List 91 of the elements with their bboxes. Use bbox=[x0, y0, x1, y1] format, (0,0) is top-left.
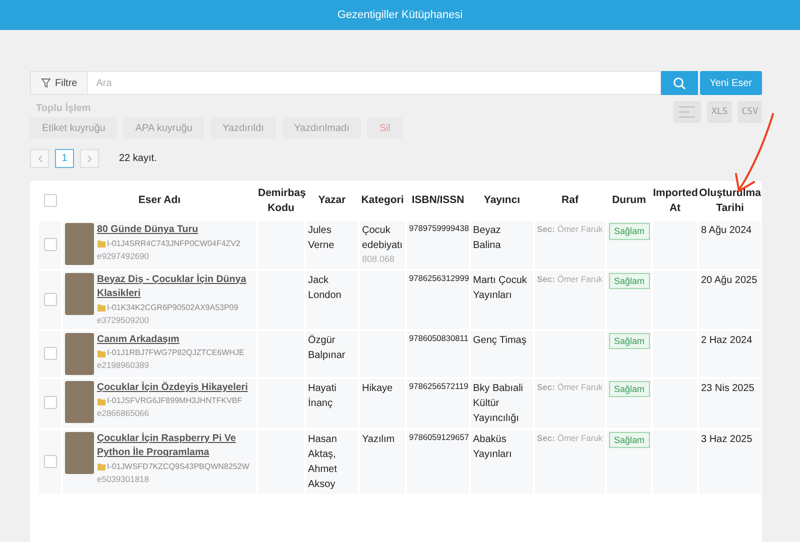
column-header: Demirbaş Kodu bbox=[258, 186, 304, 216]
publisher-text: Beyaz Balina bbox=[473, 224, 502, 253]
column-header: Raf bbox=[560, 193, 580, 208]
book-cover-placeholder bbox=[65, 272, 94, 314]
status-badge: Sağlam bbox=[609, 272, 650, 290]
status-badge: Sağlam bbox=[609, 332, 650, 350]
category-code: 808.068 bbox=[362, 253, 396, 266]
barcode-text: e9297492690 bbox=[97, 250, 150, 262]
column-header: ISBN/ISSN bbox=[410, 193, 466, 208]
category-text: Çocuk edebiyatı bbox=[362, 224, 403, 253]
author-text: Özgür Balpınar bbox=[308, 334, 346, 363]
new-item-button[interactable]: Yeni Eser bbox=[700, 71, 762, 95]
filter-button[interactable]: Filtre bbox=[30, 71, 88, 95]
publisher-text: Genç Timaş bbox=[473, 334, 528, 348]
column-header: Yayıncı bbox=[482, 193, 522, 208]
publisher-text: Abaküs Yayınları bbox=[473, 432, 513, 462]
author-text: Hayati İnanç bbox=[308, 382, 338, 411]
menu-icon bbox=[678, 105, 696, 119]
item-code: I-01J1RBJ7FWG7P82QJZTCE6WHJE bbox=[107, 348, 244, 358]
previous-page-button[interactable] bbox=[30, 149, 49, 168]
columns-button[interactable] bbox=[673, 101, 702, 123]
shelf-text: Sec: Ömer Faruk bbox=[537, 223, 603, 236]
export-button[interactable]: XLS bbox=[707, 101, 732, 123]
barcode-text: e5039301818 bbox=[97, 473, 150, 486]
chevron-right-icon bbox=[86, 154, 92, 162]
created-date: 2 Haz 2024 bbox=[701, 334, 754, 348]
isbn-text: 9786050830811 bbox=[409, 332, 467, 344]
item-code: I-01K34K2CGR6P90502AX9A53P09 bbox=[107, 302, 238, 312]
book-title-link[interactable]: Canım Arkadaşım bbox=[97, 332, 244, 348]
created-date: 8 Ağu 2024 bbox=[701, 224, 753, 238]
book-title-link[interactable]: Çocuklar İçin Raspberry Pi Ve Python İle Programlama bbox=[97, 432, 254, 461]
barcode-text: e3729509200 bbox=[97, 314, 150, 327]
author-text: Jack London bbox=[308, 274, 342, 302]
created-date: 3 Haz 2025 bbox=[701, 432, 754, 447]
isbn-text: 9789759999438 bbox=[409, 223, 467, 235]
author-text: Jules Verne bbox=[308, 224, 336, 253]
folder-icon bbox=[97, 348, 106, 358]
column-header: Durum bbox=[611, 193, 647, 208]
row-checkbox[interactable] bbox=[44, 396, 56, 410]
row-checkbox[interactable] bbox=[44, 292, 56, 306]
search-button[interactable] bbox=[660, 71, 698, 95]
column-header: Yazar bbox=[317, 193, 347, 208]
isbn-text: 9786256312999 bbox=[409, 272, 467, 284]
column-header: Imported At bbox=[653, 186, 697, 216]
status-badge: Sağlam bbox=[609, 432, 650, 448]
next-page-button[interactable] bbox=[80, 149, 99, 168]
record-count: 22 kayıt. bbox=[119, 153, 157, 164]
barcode-text: e2866865066 bbox=[97, 407, 150, 420]
column-header: Kategori bbox=[360, 193, 405, 208]
barcode-text: e2198960389 bbox=[97, 359, 150, 372]
book-cover-placeholder bbox=[65, 380, 94, 423]
filter-icon bbox=[41, 78, 51, 88]
shelf-text: Sec: Ömer Faruk bbox=[537, 272, 603, 286]
shelf-text: Sec: Ömer Faruk bbox=[537, 380, 603, 394]
select-all-checkbox[interactable] bbox=[44, 194, 56, 208]
category-text: Yazılım bbox=[362, 432, 396, 447]
row-checkbox[interactable] bbox=[44, 454, 56, 468]
column-header: Oluşturulma Tarihi bbox=[699, 186, 761, 216]
author-text: Hasan Aktaş, Ahmet Aksoy bbox=[308, 432, 338, 492]
isbn-text: 9786059129657 bbox=[409, 432, 467, 444]
status-badge: Sağlam bbox=[609, 380, 650, 398]
column-header: Eser Adı bbox=[137, 193, 182, 208]
book-cover-placeholder bbox=[65, 432, 94, 474]
book-cover-placeholder bbox=[65, 332, 94, 375]
row-checkbox[interactable] bbox=[44, 346, 56, 360]
page-button[interactable]: 1 bbox=[55, 149, 74, 168]
folder-icon bbox=[97, 303, 106, 312]
book-title-link[interactable]: 80 Günde Dünya Turu bbox=[97, 223, 240, 238]
app-title-bar: Gezentigiller Kütüphanesi bbox=[0, 0, 800, 30]
item-code: I-01JSFVRG6JF899MH3JHNTFKVBF bbox=[107, 396, 242, 406]
folder-icon bbox=[97, 239, 106, 248]
category-text: Hikaye bbox=[362, 382, 394, 396]
book-title-link[interactable]: Çocuklar İçin Özdeyiş Hikayeleri bbox=[97, 380, 248, 396]
book-title-link[interactable]: Beyaz Diş - Çocuklar İçin Dünya Klasikleri bbox=[97, 272, 254, 302]
created-date: 23 Nis 2025 bbox=[701, 382, 756, 396]
chevron-left-icon bbox=[36, 154, 42, 162]
isbn-text: 9786256572119 bbox=[409, 380, 467, 392]
status-badge: Sağlam bbox=[609, 223, 650, 240]
folder-icon bbox=[97, 462, 106, 472]
item-code: I-01JWSFD7KZCQ9S43PBQWN8252W bbox=[107, 462, 250, 471]
publisher-text: Bky Babıali Kültür Yayıncılığı bbox=[473, 382, 524, 426]
row-checkbox[interactable] bbox=[44, 238, 56, 252]
item-code: I-01J4SRR4C743JNFP0CW04F4ZV2 bbox=[107, 238, 240, 248]
shelf-text: Sec: Ömer Faruk bbox=[537, 432, 603, 444]
publisher-text: Martı Çocuk Yayınları bbox=[473, 274, 528, 302]
book-cover-placeholder bbox=[65, 223, 94, 265]
folder-icon bbox=[97, 396, 106, 406]
search-icon bbox=[672, 76, 686, 90]
search-field[interactable]: Ara bbox=[87, 71, 661, 95]
export-button[interactable]: CSV bbox=[738, 101, 762, 123]
created-date: 20 Ağu 2025 bbox=[701, 274, 758, 288]
